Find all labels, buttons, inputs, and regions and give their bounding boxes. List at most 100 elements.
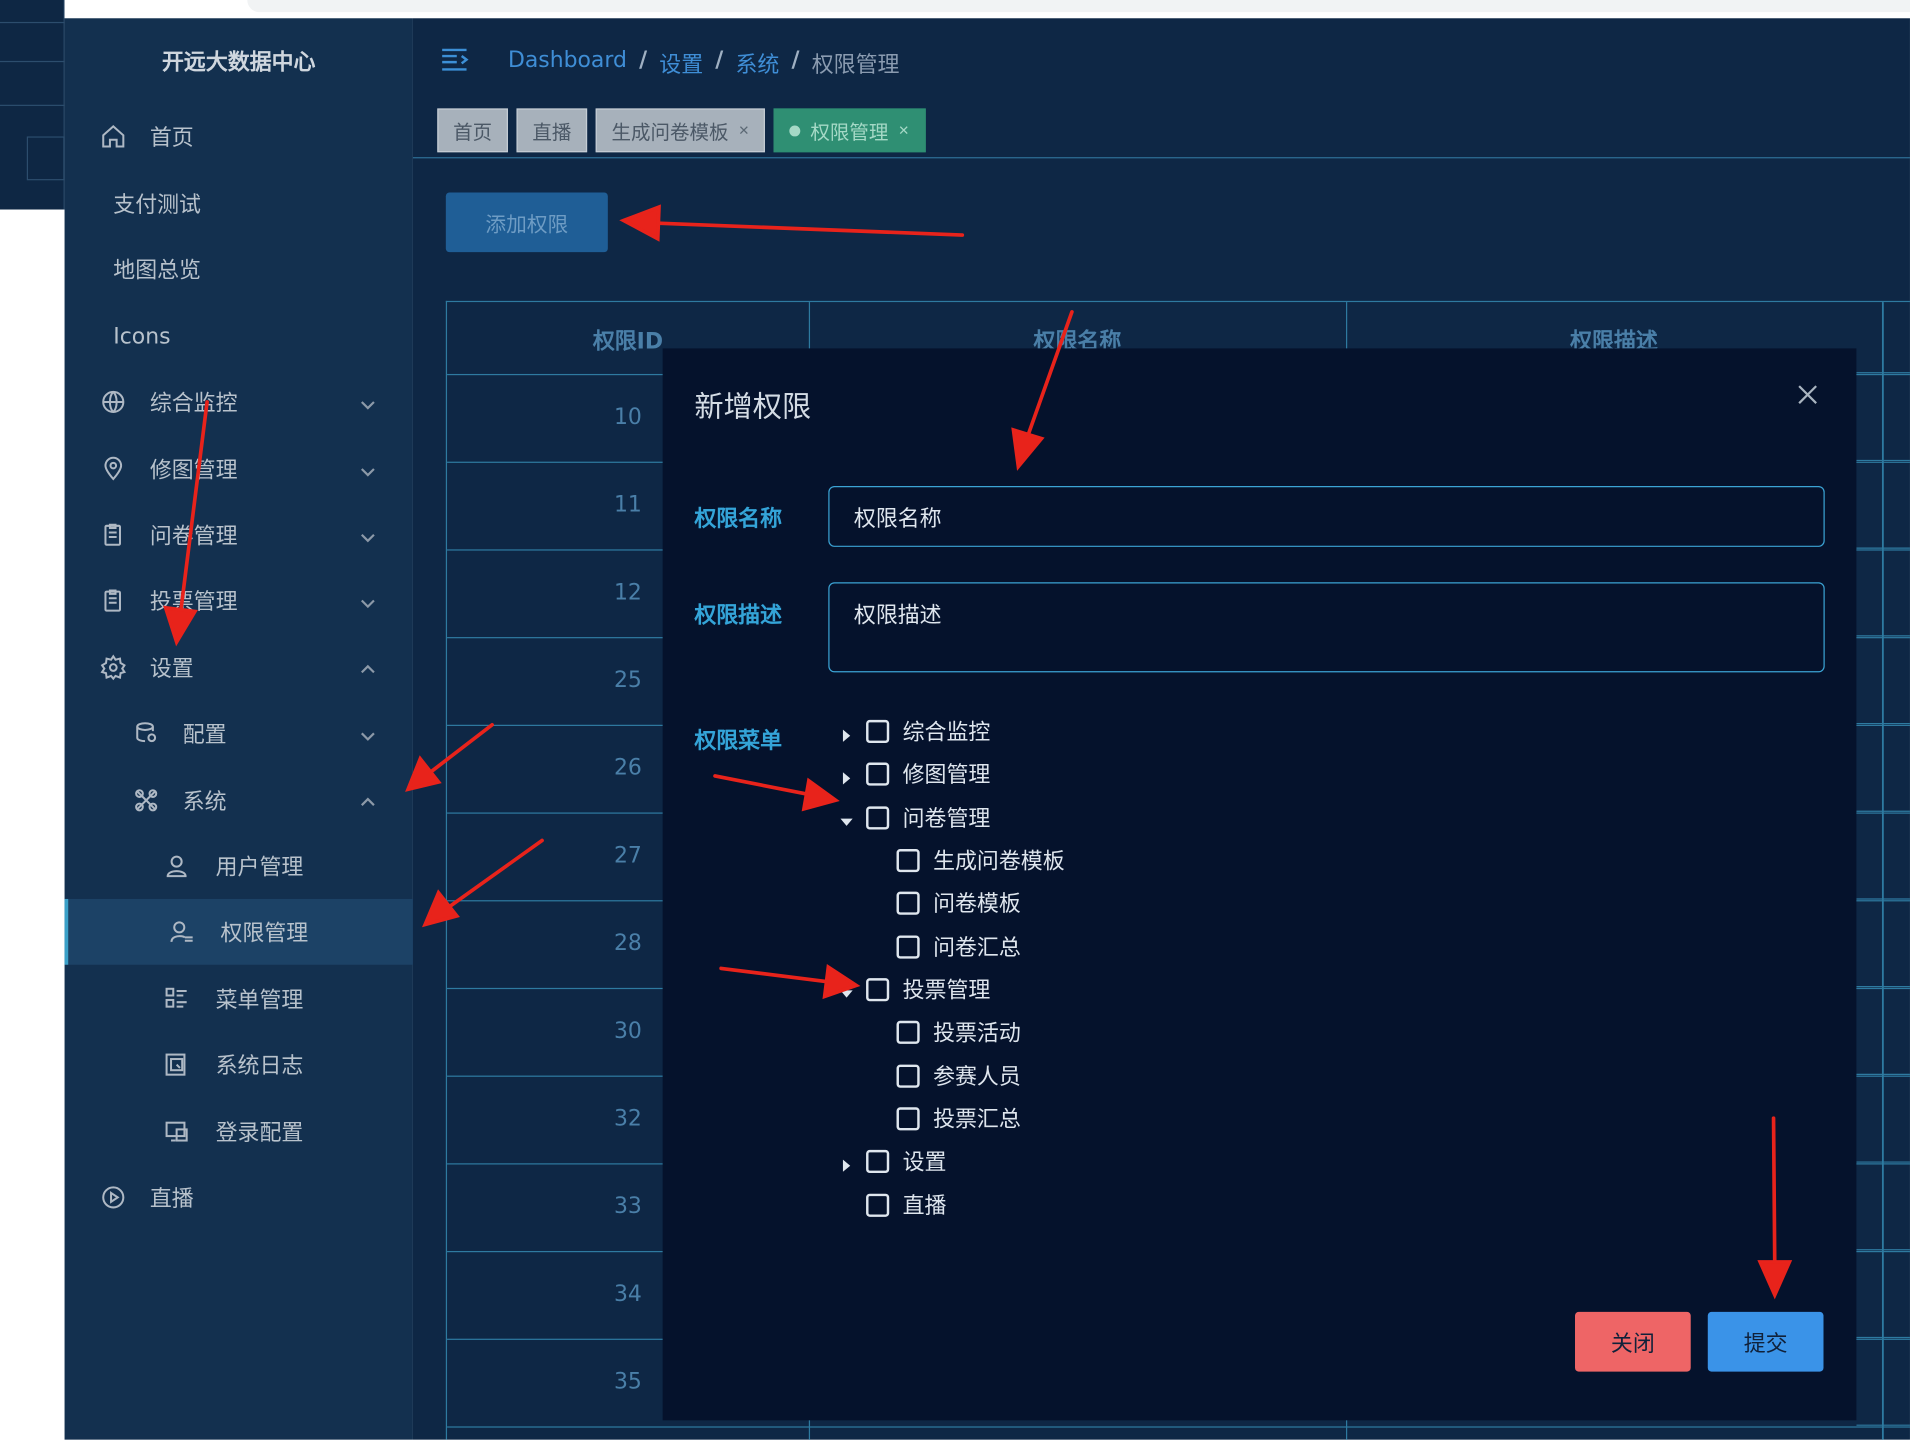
tab-label: 首页 — [453, 120, 493, 144]
sidebar-item-label: Icons — [113, 323, 171, 349]
sidebar-item-label: 设置 — [149, 656, 194, 683]
sidebar-item-monitor[interactable]: 综合监控 — [65, 369, 413, 435]
tree-node-label: 参赛人员 — [933, 1064, 1021, 1091]
tab-home[interactable]: 首页 — [437, 108, 508, 153]
browser-left-margin — [0, 0, 65, 1440]
sidebar-item-label: 地图总览 — [113, 258, 201, 284]
breadcrumb-item-system[interactable]: 系统 — [736, 48, 780, 80]
sidebar-item-permission-management[interactable]: 权限管理 — [64, 898, 413, 965]
sidebar-item-home[interactable]: 首页 — [65, 104, 413, 170]
add-permission-button[interactable]: 添加权限 — [445, 192, 608, 253]
tree-node-label: 修图管理 — [902, 762, 991, 789]
clipboard-icon — [99, 520, 128, 549]
tools-icon — [132, 786, 161, 815]
tab-live[interactable]: 直播 — [516, 108, 588, 153]
sidebar-item-photo-edit[interactable]: 修图管理 — [65, 436, 413, 502]
header-divider — [412, 157, 1910, 159]
home-icon — [99, 122, 128, 151]
tree-node-generate-survey-template[interactable]: 生成问卷模板 — [896, 844, 1065, 876]
add-permission-dialog: 新增权限 权限名称 权限名称 权限描述 权限描述 权限菜单 综合监控 修图管理 … — [662, 348, 1857, 1421]
sidebar-item-label: 菜单管理 — [215, 987, 304, 1014]
chevron-down-icon — [359, 592, 376, 609]
chevron-up-icon — [359, 792, 376, 809]
tree-node-vote-activity[interactable]: 投票活动 — [896, 1016, 1021, 1048]
tree-node-label: 投票汇总 — [933, 1107, 1021, 1133]
checkbox[interactable] — [896, 1106, 920, 1130]
config-icon — [132, 719, 161, 748]
caret-down-icon[interactable] — [839, 982, 854, 998]
sidebar-item-live[interactable]: 直播 — [65, 1165, 413, 1231]
sidebar-item-survey[interactable]: 问卷管理 — [65, 502, 413, 568]
tab-label: 直播 — [532, 120, 572, 144]
tree-node-label: 问卷汇总 — [933, 935, 1021, 962]
tree-node-label: 直播 — [902, 1193, 947, 1220]
tab-bar: 首页 直播 生成问卷模板 ✕ 权限管理 ✕ — [437, 108, 926, 153]
collapse-menu-icon[interactable] — [440, 46, 469, 73]
tree-node-survey-summary[interactable]: 问卷汇总 — [896, 931, 1021, 963]
caret-right-icon[interactable] — [839, 766, 854, 785]
checkbox[interactable] — [896, 848, 920, 872]
tab-permission-management[interactable]: 权限管理 ✕ — [773, 108, 926, 153]
sidebar-item-label: 系统日志 — [215, 1053, 304, 1080]
tree-node-survey-template[interactable]: 问卷模板 — [896, 887, 1021, 919]
tree-node-vote-summary[interactable]: 投票汇总 — [896, 1102, 1021, 1134]
checkbox[interactable] — [896, 1064, 920, 1088]
tab-generate-survey-template[interactable]: 生成问卷模板 ✕ — [595, 108, 766, 153]
tree-node-live[interactable]: 直播 — [866, 1189, 946, 1221]
checkbox[interactable] — [896, 891, 920, 915]
sidebar-item-vote[interactable]: 投票管理 — [65, 568, 413, 634]
chevron-up-icon — [359, 659, 376, 676]
sidebar-item-settings[interactable]: 设置 — [65, 635, 413, 701]
caret-right-icon[interactable] — [839, 1154, 854, 1172]
sidebar-item-label: 首页 — [149, 125, 194, 152]
permission-name-input[interactable]: 权限名称 — [828, 486, 1825, 547]
sidebar-item-system-log[interactable]: 系统日志 — [65, 1032, 413, 1098]
sidebar-item-label: 综合监控 — [149, 391, 238, 417]
active-dot-icon — [789, 124, 801, 136]
checkbox[interactable] — [866, 805, 890, 829]
checkbox[interactable] — [866, 719, 890, 743]
checkbox[interactable] — [866, 761, 890, 786]
breadcrumb: Dashboard / 设置 / 系统 / 权限管理 — [508, 48, 899, 80]
close-icon[interactable] — [1795, 382, 1824, 411]
sidebar-item-label: 配置 — [182, 722, 227, 748]
sidebar-item-pay-test[interactable]: 支付测试 — [65, 171, 413, 237]
permission-desc-label: 权限描述 — [694, 602, 783, 629]
tree-node-survey[interactable]: 问卷管理 — [839, 802, 990, 834]
sidebar-item-config[interactable]: 配置 — [65, 700, 413, 766]
sidebar-item-map-overview[interactable]: 地图总览 — [65, 236, 413, 302]
tree-node-settings[interactable]: 设置 — [839, 1145, 946, 1177]
sidebar-item-label: 直播 — [149, 1186, 194, 1213]
caret-down-icon[interactable] — [839, 810, 854, 826]
breadcrumb-item-dashboard[interactable]: Dashboard — [508, 48, 627, 80]
sidebar-item-label: 登录配置 — [215, 1120, 304, 1147]
sidebar-item-label: 系统 — [182, 789, 227, 815]
chevron-down-icon — [359, 526, 376, 543]
checkbox[interactable] — [866, 1193, 890, 1217]
tree-node-contestants[interactable]: 参赛人员 — [896, 1060, 1021, 1092]
close-icon[interactable]: ✕ — [738, 122, 749, 138]
tree-node-label: 设置 — [902, 1149, 947, 1176]
caret-right-icon[interactable] — [839, 724, 854, 742]
breadcrumb-item-settings[interactable]: 设置 — [659, 48, 703, 80]
breadcrumb-item-current: 权限管理 — [811, 52, 900, 78]
sidebar-item-user-management[interactable]: 用户管理 — [65, 833, 413, 899]
checkbox[interactable] — [896, 1020, 920, 1044]
tree-node-monitor[interactable]: 综合监控 — [839, 715, 990, 747]
sidebar-item-label: 投票管理 — [149, 589, 238, 616]
submit-button[interactable]: 提交 — [1707, 1311, 1824, 1372]
checkbox[interactable] — [896, 934, 920, 959]
tree-node-photo-edit[interactable]: 修图管理 — [839, 758, 990, 790]
menu-list-icon — [162, 984, 191, 1013]
sidebar-item-icons[interactable]: Icons — [65, 303, 413, 369]
breadcrumb-separator: / — [639, 47, 648, 74]
checkbox[interactable] — [866, 1149, 890, 1173]
close-button[interactable]: 关闭 — [1575, 1311, 1691, 1372]
sidebar-item-login-config[interactable]: 登录配置 — [65, 1099, 413, 1165]
sidebar-item-system[interactable]: 系统 — [65, 767, 413, 833]
tree-node-vote[interactable]: 投票管理 — [839, 973, 990, 1005]
sidebar-item-menu-management[interactable]: 菜单管理 — [65, 966, 413, 1032]
checkbox[interactable] — [866, 977, 890, 1001]
permission-desc-textarea[interactable]: 权限描述 — [828, 582, 1825, 673]
close-icon[interactable]: ✕ — [898, 122, 909, 138]
